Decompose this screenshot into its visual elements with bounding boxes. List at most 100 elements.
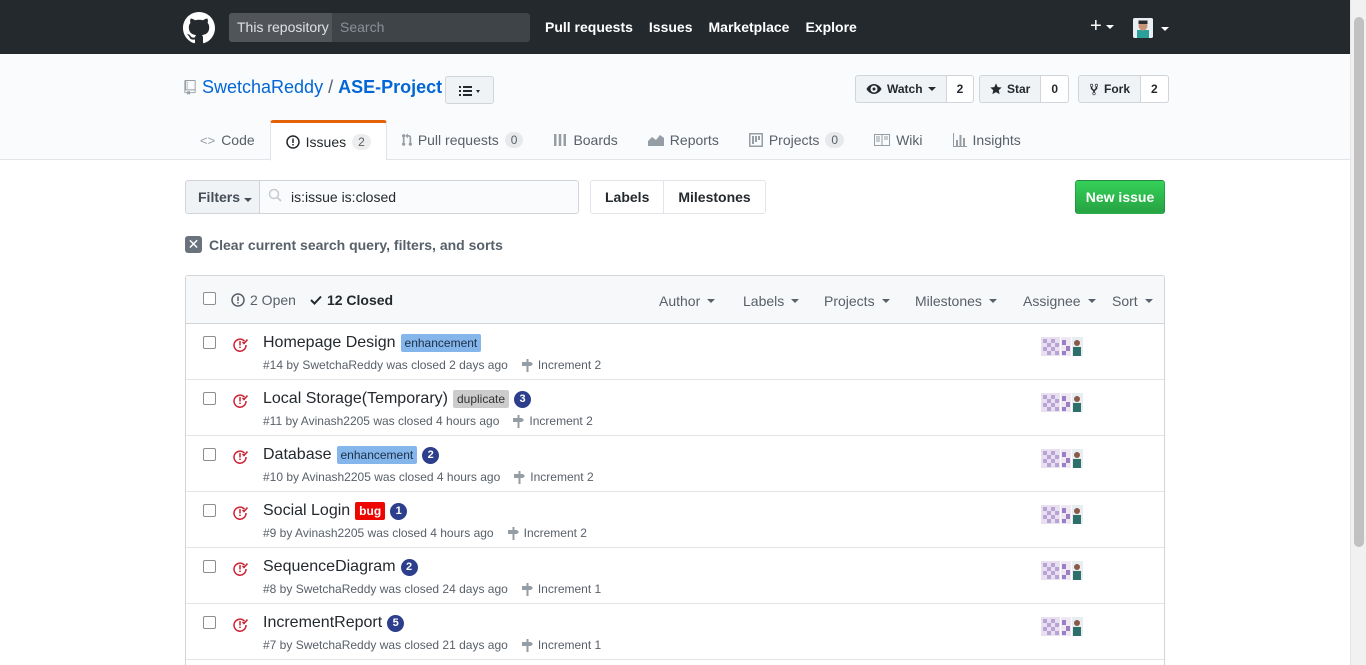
milestone-label: Increment 2 <box>529 414 593 428</box>
assignee-avatars[interactable] <box>1041 449 1083 468</box>
page-scrollbar[interactable] <box>1350 0 1366 665</box>
tab-pull-requests[interactable]: Pull requests 0 <box>387 120 539 160</box>
chevron-down-icon[interactable] <box>1161 27 1169 31</box>
comment-count-badge[interactable]: 2 <box>400 558 418 576</box>
scrollbar-thumb[interactable] <box>1354 17 1364 547</box>
issue-row[interactable]: Local Storage(Temporary) duplicate 3 #11 by… <box>186 380 1164 436</box>
nav-pull-requests[interactable]: Pull requests <box>545 19 633 35</box>
issue-title-link[interactable]: Homepage Design <box>263 334 396 352</box>
issue-search-input[interactable]: is:issue is:closed <box>259 180 579 214</box>
labels-link[interactable]: Labels <box>591 181 663 213</box>
author-menu[interactable]: Author <box>659 293 716 309</box>
search-scope[interactable]: This repository <box>229 13 332 42</box>
issue-title-link[interactable]: SequenceDiagram <box>263 558 396 576</box>
fork-button[interactable]: Fork <box>1078 75 1142 103</box>
tab-projects[interactable]: Projects 0 <box>734 120 859 160</box>
closed-count-label: 12 Closed <box>326 292 394 308</box>
star-button[interactable]: Star <box>979 75 1042 103</box>
issue-row[interactable]: Database enhancement 2 #10 by Avinash2205 w… <box>186 436 1164 492</box>
assignee-avatars[interactable] <box>1041 561 1083 580</box>
issue-rows: Homepage Design enhancement #14 by Swetcha… <box>186 324 1164 660</box>
issue-meta: #14 by SwetchaReddy was closed 2 days ag… <box>263 358 601 372</box>
comment-count-badge[interactable]: 1 <box>390 502 408 520</box>
issue-title-link[interactable]: Social Login <box>263 502 350 520</box>
issue-row[interactable]: Social Login bug 1 #9 by Avinash2205 was cl… <box>186 492 1164 548</box>
issue-row[interactable]: IncrementReport 5 #7 by SwetchaReddy was c… <box>186 604 1164 660</box>
issue-meta: #7 by SwetchaReddy was closed 21 days ag… <box>263 638 601 652</box>
milestone-link[interactable]: Increment 2 <box>513 414 593 428</box>
clear-filters-link[interactable]: ✕ Clear current search query, filters, a… <box>185 236 503 253</box>
github-logo-icon[interactable] <box>183 12 215 44</box>
header-search[interactable]: This repository Search <box>229 13 530 42</box>
sort-menu[interactable]: Sort <box>1112 293 1153 309</box>
project-icon <box>748 133 763 147</box>
closed-issues-link[interactable]: 12 Closed <box>310 292 393 308</box>
watch-button[interactable]: Watch <box>855 75 947 103</box>
list-icon <box>459 86 480 96</box>
open-issues-link[interactable]: 2 Open <box>231 292 296 308</box>
projects-menu[interactable]: Projects <box>824 293 890 309</box>
milestone-link[interactable]: Increment 1 <box>521 582 602 596</box>
create-new-menu[interactable]: + <box>1090 15 1114 38</box>
select-all-checkbox[interactable] <box>203 292 216 305</box>
milestone-link[interactable]: Increment 1 <box>521 638 601 652</box>
tab-counter: 0 <box>825 132 845 148</box>
assignee-menu[interactable]: Assignee <box>1023 293 1096 309</box>
assignee-avatars[interactable] <box>1041 337 1083 356</box>
repo-owner-link[interactable]: SwetchaReddy <box>202 77 323 97</box>
repo-name-link[interactable]: ASE-Project <box>338 77 442 97</box>
milestones-link[interactable]: Milestones <box>663 181 764 213</box>
milestone-link[interactable]: Increment 2 <box>514 470 594 484</box>
chevron-down-icon <box>988 299 997 303</box>
top-header: This repository Search Pull requests Iss… <box>0 0 1366 54</box>
issue-checkbox[interactable] <box>203 504 216 517</box>
milestones-menu[interactable]: Milestones <box>915 293 997 309</box>
tab-insights[interactable]: Insights <box>938 120 1036 160</box>
issue-checkbox[interactable] <box>203 616 216 629</box>
issue-row[interactable]: Homepage Design enhancement #14 by Swetcha… <box>186 324 1164 380</box>
issue-checkbox[interactable] <box>203 560 216 573</box>
comment-count-badge[interactable]: 5 <box>387 614 405 632</box>
comment-count-badge[interactable]: 2 <box>422 446 440 464</box>
code-icon: <> <box>200 132 216 148</box>
issue-title-link[interactable]: IncrementReport <box>263 614 382 632</box>
filters-dropdown[interactable]: Filters <box>185 180 260 214</box>
milestone-link[interactable]: Increment 2 <box>521 358 601 372</box>
tab-label: Projects <box>768 132 820 148</box>
issue-closed-icon <box>233 618 248 632</box>
nav-issues[interactable]: Issues <box>649 19 693 35</box>
issue-label[interactable]: enhancement <box>336 446 418 464</box>
tab-boards[interactable]: Boards <box>538 120 632 160</box>
nav-marketplace[interactable]: Marketplace <box>709 19 790 35</box>
comment-count-badge[interactable]: 3 <box>514 390 532 408</box>
user-avatar[interactable] <box>1133 18 1153 38</box>
menu-label: Sort <box>1112 293 1138 309</box>
milestone-label: Increment 1 <box>537 582 602 596</box>
new-issue-button[interactable]: New issue <box>1075 180 1165 214</box>
repo-menu-button[interactable] <box>445 76 494 104</box>
watch-count[interactable]: 2 <box>946 75 975 103</box>
issue-title-link[interactable]: Database <box>263 446 332 464</box>
issue-title-link[interactable]: Local Storage(Temporary) <box>263 390 448 408</box>
fork-count[interactable]: 2 <box>1141 75 1169 103</box>
issue-checkbox[interactable] <box>203 448 216 461</box>
issue-label[interactable]: duplicate <box>452 390 510 408</box>
assignee-avatars[interactable] <box>1041 505 1083 524</box>
assignee-avatars[interactable] <box>1041 617 1083 636</box>
star-count[interactable]: 0 <box>1041 75 1070 103</box>
issue-label[interactable]: bug <box>355 502 386 520</box>
issue-checkbox[interactable] <box>203 392 216 405</box>
issue-label[interactable]: enhancement <box>400 334 482 352</box>
issue-checkbox[interactable] <box>203 336 216 349</box>
assignee-avatars[interactable] <box>1041 393 1083 412</box>
issue-row[interactable]: SequenceDiagram 2 #8 by SwetchaReddy was c… <box>186 548 1164 604</box>
tab-reports[interactable]: Reports <box>633 120 734 160</box>
tab-wiki[interactable]: Wiki <box>859 120 937 160</box>
labels-menu[interactable]: Labels <box>743 293 800 309</box>
milestone-label: Increment 2 <box>523 526 587 540</box>
search-input[interactable]: Search <box>332 13 530 42</box>
tab-code[interactable]: <> Code <box>185 120 270 160</box>
milestone-link[interactable]: Increment 2 <box>507 526 587 540</box>
nav-explore[interactable]: Explore <box>805 19 856 35</box>
tab-issues[interactable]: Issues 2 <box>269 120 387 161</box>
